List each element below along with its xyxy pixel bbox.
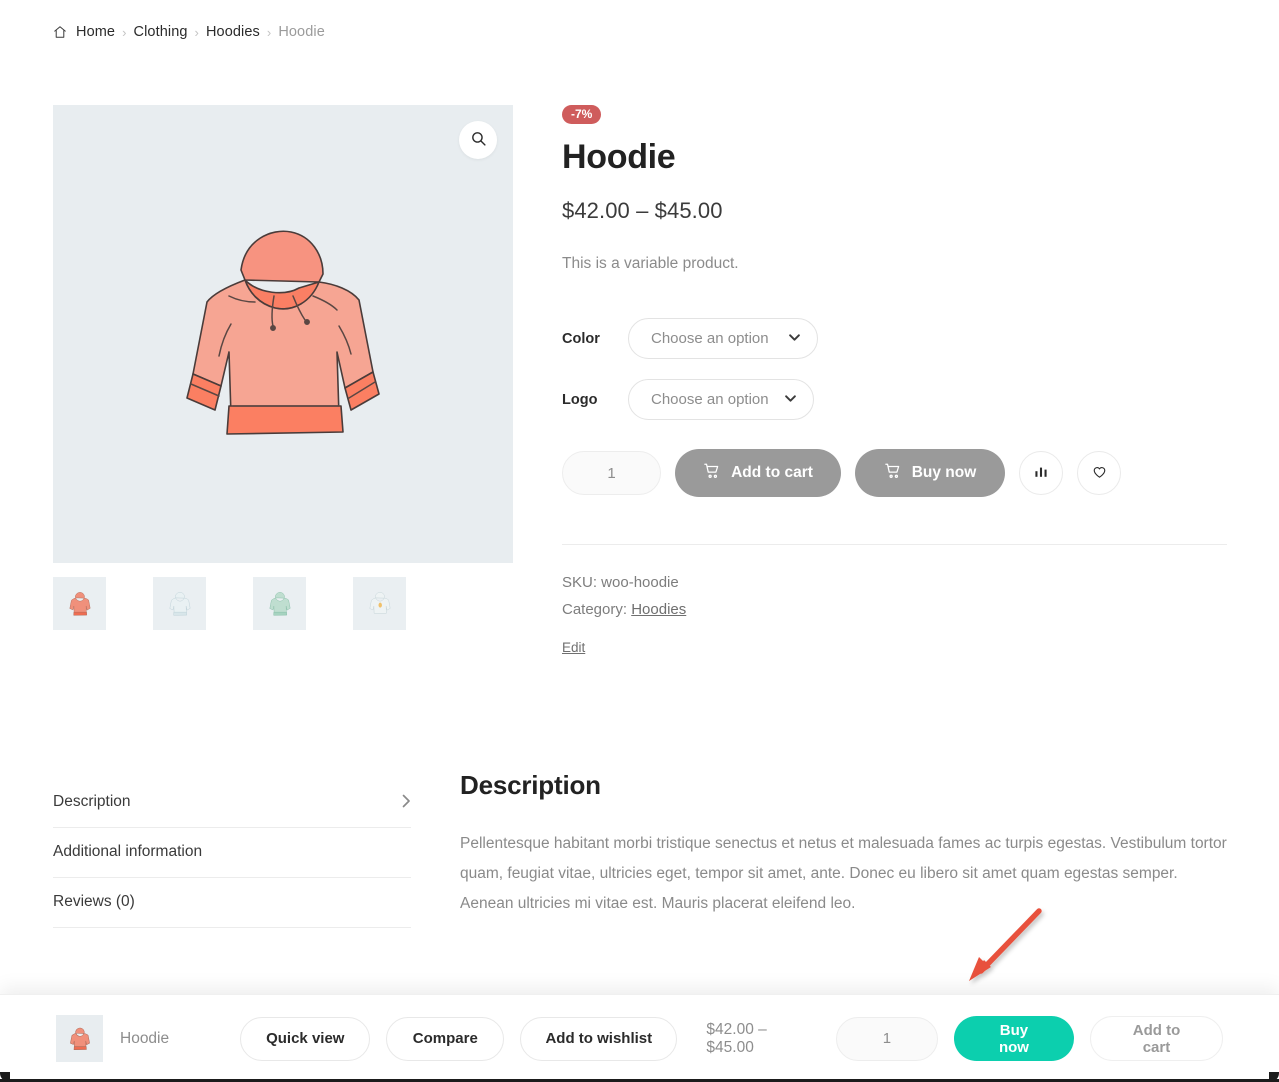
tab-additional-information-label: Additional information [53, 843, 203, 860]
cart-icon [703, 462, 721, 485]
summary-divider [562, 544, 1227, 546]
variation-label-logo: Logo [562, 391, 598, 408]
product-gallery [53, 105, 513, 630]
product-meta: SKU: woo-hoodie Category: Hoodies [562, 570, 1227, 623]
breadcrumb-separator: › [194, 24, 199, 40]
product-tabs: Description Additional information Revie… [53, 778, 411, 928]
variation-select-color[interactable]: Choose an option [628, 318, 818, 360]
breadcrumb-item-hoodies[interactable]: Hoodies [206, 24, 260, 40]
thumb-hoodie-green[interactable] [253, 577, 306, 630]
thumb-hoodie-red[interactable] [53, 577, 106, 630]
compare-button[interactable] [1019, 451, 1063, 496]
variation-select-color-value: Choose an option [651, 330, 769, 348]
description-body: Pellentesque habitant morbi tristique se… [460, 835, 1227, 913]
variation-form: Color Choose an option Logo Choose an op… [562, 318, 1227, 421]
product-sku: SKU: woo-hoodie [562, 574, 679, 592]
home-icon [53, 25, 67, 39]
add-to-cart-label: Add to cart [731, 464, 813, 482]
wishlist-button[interactable] [1077, 451, 1121, 496]
description-heading: Description [460, 770, 601, 800]
tab-description-label: Description [53, 793, 131, 810]
product-page: Home › Clothing › Hoodies › Hoodie -7% H… [0, 0, 1279, 1082]
variation-select-logo[interactable]: Choose an option [628, 379, 814, 421]
sticky-add-to-cart-bar: Hoodie Quick view Compare Add to wishlis… [0, 994, 1279, 1082]
variation-row-color: Color Choose an option [562, 318, 1227, 360]
edit-product-link[interactable]: Edit [562, 640, 585, 655]
heart-icon [1091, 463, 1108, 483]
search-icon [470, 130, 487, 150]
breadcrumb-separator: › [266, 24, 272, 40]
add-to-cart-button[interactable]: Add to cart [675, 449, 841, 498]
category-link-hoodies[interactable]: Hoodies [631, 601, 686, 618]
tab-description[interactable]: Description [53, 778, 411, 828]
product-short-description: This is a variable product. [562, 255, 739, 273]
cart-icon [884, 462, 902, 485]
breadcrumb-item-clothing[interactable]: Clothing [134, 24, 188, 40]
breadcrumb-current-hoodie: Hoodie [278, 24, 325, 40]
sticky-buy-now-button[interactable]: Buy now [953, 1016, 1074, 1061]
variation-row-logo: Logo Choose an option [562, 379, 1227, 421]
breadcrumb: Home › Clothing › Hoodies › Hoodie [53, 24, 325, 40]
quick-view-button[interactable]: Quick view [240, 1016, 371, 1061]
breadcrumb-item-home[interactable]: Home [76, 24, 115, 40]
add-to-cart-row: Add to cart Buy now [562, 449, 1227, 498]
description-panel: Description Pellentesque habitant morbi … [460, 770, 1230, 935]
chevron-right-icon [402, 794, 411, 811]
product-category: Category: Hoodies [562, 597, 1227, 623]
thumb-hoodie-logo[interactable] [353, 577, 406, 630]
product-price: $42.00 – $45.00 [562, 198, 723, 224]
zoom-image-button[interactable] [459, 121, 497, 159]
main-product-image[interactable] [53, 105, 513, 563]
hoodie-illustration [186, 230, 380, 435]
sale-badge: -7% [562, 105, 602, 124]
variation-select-logo-value: Choose an option [651, 391, 769, 409]
sticky-add-to-cart-button[interactable]: Add to cart [1089, 1016, 1223, 1061]
tab-additional-information[interactable]: Additional information [53, 828, 411, 878]
compare-button-sticky[interactable]: Compare [386, 1016, 505, 1061]
sticky-quantity-input[interactable] [835, 1016, 938, 1061]
sticky-price: $42.00 – $45.00 [706, 1020, 767, 1056]
buy-now-button[interactable]: Buy now [855, 449, 1005, 498]
product-summary: -7% Hoodie $42.00 – $45.00 This is a var… [562, 105, 1227, 657]
breadcrumb-separator: › [122, 24, 127, 40]
buy-now-label: Buy now [911, 464, 977, 482]
gallery-thumbnails [53, 577, 513, 630]
product-title: Hoodie [562, 138, 676, 176]
tab-reviews-label: Reviews (0) [53, 893, 135, 910]
compare-bars-icon [1033, 464, 1049, 483]
sticky-product-thumbnail [56, 1015, 103, 1062]
thumb-hoodie-blue[interactable] [153, 577, 206, 630]
add-to-wishlist-button[interactable]: Add to wishlist [520, 1016, 678, 1061]
category-prefix: Category: [562, 600, 628, 618]
variation-label-color: Color [562, 330, 600, 347]
chevron-down-icon [789, 334, 800, 344]
tab-reviews[interactable]: Reviews (0) [53, 878, 411, 928]
sticky-product-name: Hoodie [120, 1029, 170, 1047]
chevron-down-icon [785, 395, 796, 405]
quantity-input[interactable] [562, 451, 661, 496]
